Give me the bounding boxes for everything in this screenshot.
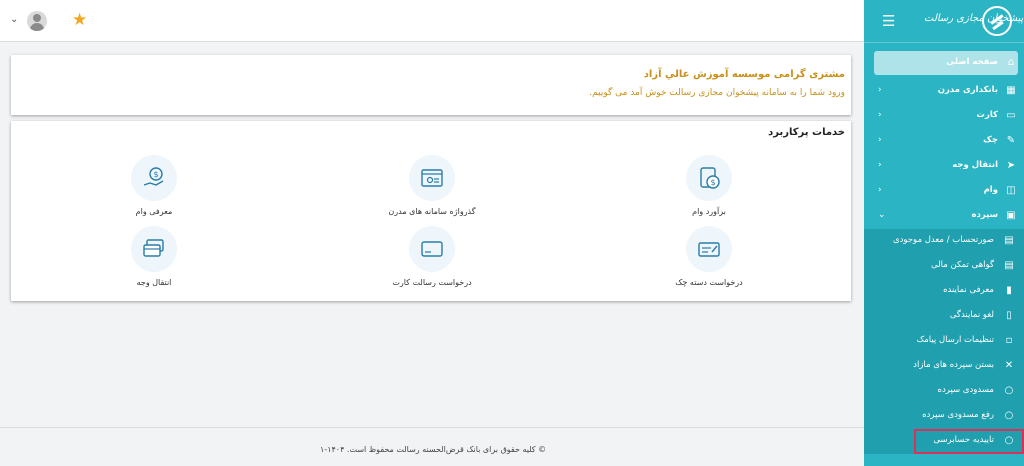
sidebar-item-home[interactable]: ⌂ صفحه اصلی — [874, 51, 1018, 75]
deposit-submenu: ▤ صورتحساب / معدل موجودی ▤ گواهی تمکن ما… — [864, 229, 1024, 454]
sidebar-item-loan[interactable]: ◫ وام ‹ — [864, 179, 1024, 204]
statement-icon: ▤ — [1004, 235, 1014, 246]
svg-text:$: $ — [153, 170, 158, 179]
chevron-down-icon[interactable]: ⌄ — [10, 14, 18, 25]
sidebar-subitem-block-deposit[interactable]: ○ مسدودی سپرده — [864, 379, 1024, 404]
sidebar-item-check[interactable]: ✎ چک ‹ — [864, 129, 1024, 154]
service-label: درخواست دسته چک — [675, 278, 743, 287]
sidebar-subitem-unblock-deposit[interactable]: ○ رفع مسدودی سپرده — [864, 404, 1024, 429]
send-icon: ➤ — [1006, 160, 1016, 171]
sidebar-subitem-certificate[interactable]: ▤ گواهی تمکن مالی — [864, 254, 1024, 279]
sms-icon: ▫ — [1005, 335, 1013, 346]
top-bar: ⌄ ★ — [0, 0, 864, 42]
service-label: انتقال وجه — [136, 278, 172, 287]
service-checkbook[interactable]: درخواست دسته چک — [634, 226, 784, 287]
service-label: معرفی وام — [135, 207, 173, 216]
sidebar-subitem-cancel-representation[interactable]: ▯ لغو نمایندگی — [864, 304, 1024, 329]
user-avatar-icon[interactable] — [27, 11, 47, 31]
welcome-message: ورود شما را به سامانه پیشخوان مجازی رسال… — [589, 88, 845, 98]
sidebar-item-modern-banking[interactable]: ▦ بانکداری مدرن ‹ — [864, 79, 1024, 104]
welcome-card: مشتری گرامی موسسه آموزش عالي آزاد ورود ش… — [11, 55, 851, 115]
lock-icon: ○ — [1004, 435, 1014, 446]
chevron-left-icon: ‹ — [878, 185, 882, 195]
deposit-icon: ▣ — [1006, 210, 1016, 221]
sidebar-item-transfer[interactable]: ➤ انتقال وجه ‹ — [864, 154, 1024, 179]
bookmark-icon: ▮ — [1006, 285, 1012, 296]
service-label: درخواست رسالت کارت — [392, 278, 472, 287]
logo — [982, 6, 1012, 36]
card-icon — [409, 226, 455, 272]
sidebar-subitem-close-deposits[interactable]: ✕ بستن سپرده های مازاد — [864, 354, 1024, 379]
bank-icon: ▦ — [1006, 85, 1016, 96]
sidebar-item-label: سپرده — [971, 210, 999, 220]
copyright-text: © کلیه حقوق برای بانک قرض‌الحسنه رسالت م… — [320, 445, 547, 454]
services-card: خدمات پرکاربرد $ برآورد وام گذرواژه ساما… — [11, 121, 851, 301]
sidebar-item-label: بانکداری مدرن — [937, 85, 998, 95]
chevron-left-icon: ‹ — [878, 160, 882, 170]
chevron-left-icon: ‹ — [878, 110, 882, 120]
transfer-icon — [131, 226, 177, 272]
sidebar-item-label: معرفی نماینده — [943, 285, 994, 295]
service-card-request[interactable]: درخواست رسالت کارت — [357, 226, 507, 287]
service-transfer[interactable]: انتقال وجه — [79, 226, 229, 287]
sidebar-subitem-sms-settings[interactable]: ▫ تنظیمات ارسال پیامک — [864, 329, 1024, 354]
sidebar-item-label: انتقال وجه — [952, 160, 998, 170]
chevron-left-icon: ‹ — [878, 85, 882, 95]
sidebar-item-label: رفع مسدودی سپرده — [922, 410, 994, 420]
svg-text:$: $ — [710, 178, 715, 187]
services-title: خدمات پرکاربرد — [768, 127, 845, 138]
card-icon: ▭ — [1006, 110, 1016, 121]
footer: © کلیه حقوق برای بانک قرض‌الحسنه رسالت م… — [0, 427, 864, 466]
service-loan-intro[interactable]: $ معرفی وام — [79, 155, 229, 216]
service-password[interactable]: گذرواژه سامانه های مدرن — [357, 155, 507, 216]
loan-estimate-icon: $ — [686, 155, 732, 201]
sidebar-item-label: چک — [983, 135, 998, 145]
sidebar: ☰ پیشخوان مجازی رسالت ⌂ صفحه اصلی ▦ بانک… — [864, 0, 1024, 466]
sidebar-item-label: تاییدیه حسابرسی — [933, 435, 994, 445]
chevron-down-icon: ⌄ — [878, 210, 886, 220]
loan-icon: ◫ — [1006, 185, 1016, 196]
sidebar-subitem-statement[interactable]: ▤ صورتحساب / معدل موجودی — [864, 229, 1024, 254]
sidebar-item-label: کارت — [976, 110, 998, 120]
sidebar-item-label: لغو نمایندگی — [949, 310, 994, 320]
service-label: گذرواژه سامانه های مدرن — [388, 207, 476, 216]
check-icon: ✎ — [1006, 135, 1016, 146]
service-label: برآورد وام — [692, 207, 726, 216]
unlock-icon: ○ — [1004, 410, 1014, 421]
sidebar-item-label: صورتحساب / معدل موجودی — [892, 235, 994, 245]
checkbook-icon — [686, 226, 732, 272]
welcome-title: مشتری گرامی موسسه آموزش عالي آزاد — [643, 69, 845, 80]
home-icon: ⌂ — [1007, 57, 1015, 68]
menu-icon[interactable]: ☰ — [882, 12, 895, 30]
service-loan-estimate[interactable]: $ برآورد وام — [634, 155, 784, 216]
certificate-icon: ▤ — [1004, 260, 1014, 271]
bookmark-outline-icon: ▯ — [1006, 310, 1012, 321]
password-icon — [409, 155, 455, 201]
lock-icon: ○ — [1004, 385, 1014, 396]
sidebar-item-label: تنظیمات ارسال پیامک — [916, 335, 994, 345]
sidebar-item-label: صفحه اصلی — [946, 57, 998, 67]
star-icon[interactable]: ★ — [72, 10, 87, 30]
sidebar-header: ☰ پیشخوان مجازی رسالت — [864, 0, 1024, 43]
sidebar-item-label: مسدودی سپرده — [937, 385, 994, 395]
sidebar-item-label: بستن سپرده های مازاد — [913, 360, 994, 370]
sidebar-item-label: گواهی تمکن مالی — [930, 260, 994, 270]
loan-intro-icon: $ — [131, 155, 177, 201]
sidebar-subitem-audit-confirmation[interactable]: ○ تاییدیه حسابرسی — [914, 429, 1024, 454]
sidebar-item-label: وام — [983, 185, 998, 195]
sidebar-subitem-representative[interactable]: ▮ معرفی نماینده — [864, 279, 1024, 304]
sidebar-item-card[interactable]: ▭ کارت ‹ — [864, 104, 1024, 129]
chevron-left-icon: ‹ — [878, 135, 882, 145]
close-icon: ✕ — [1004, 360, 1014, 371]
sidebar-item-deposit[interactable]: ▣ سپرده ⌄ — [864, 204, 1024, 229]
